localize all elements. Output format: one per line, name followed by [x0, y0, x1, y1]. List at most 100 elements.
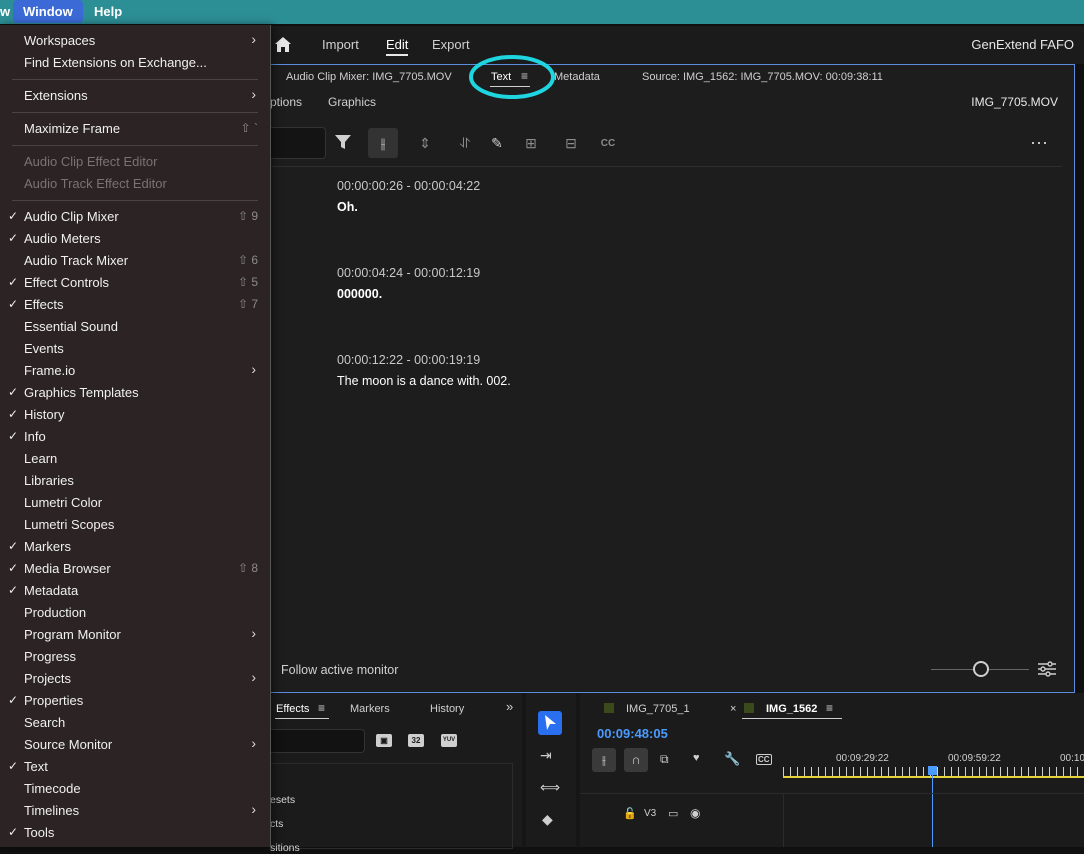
track-select-tool-icon[interactable]: ⇥ [540, 747, 552, 764]
track-label-v3[interactable]: V3 [644, 808, 656, 819]
razor-tool-icon[interactable]: ◆ [542, 811, 553, 828]
menu-item-projects[interactable]: Projects › [0, 668, 270, 690]
tools-panel: ⇥ ⟺ ◆ [526, 693, 576, 847]
effects-folder-transitions[interactable]: sitions [270, 842, 300, 854]
tab-captions[interactable]: ptions [270, 95, 302, 109]
menu-separator [12, 145, 258, 146]
menu-item-audio-track-mixer[interactable]: Audio Track Mixer ⇧ 6 [0, 250, 270, 272]
menu-item-graphics-templates[interactable]: ✓ Graphics Templates [0, 382, 270, 404]
caption-track-icon[interactable]: ⊟ [556, 128, 586, 158]
collapse-icon[interactable]: ⥯ [450, 128, 480, 158]
menu-item-source-monitor[interactable]: Source Monitor › [0, 734, 270, 756]
tab-sequence-1[interactable]: IMG_7705_1 [626, 703, 690, 715]
snap-magnet-icon[interactable]: ∩ [624, 748, 648, 772]
menu-item-metadata[interactable]: ✓ Metadata [0, 580, 270, 602]
menu-item-find-extensions-on-exchange[interactable]: Find Extensions on Exchange... [0, 52, 270, 74]
tab-history[interactable]: History [430, 703, 464, 715]
tab-metadata[interactable]: Metadata [554, 71, 600, 83]
nav-import[interactable]: Import [322, 37, 359, 52]
expand-icon[interactable]: ⇕ [410, 128, 440, 158]
effects-search-input[interactable] [270, 729, 365, 753]
cc-icon[interactable]: CC [593, 128, 623, 158]
tab-effects[interactable]: Effects [276, 703, 309, 715]
menu-item-audio-meters[interactable]: ✓ Audio Meters [0, 228, 270, 250]
tab-graphics[interactable]: Graphics [328, 95, 376, 109]
menu-item-tools[interactable]: ✓ Tools [0, 822, 270, 844]
menu-item-production[interactable]: Production [0, 602, 270, 624]
home-icon[interactable] [274, 36, 292, 53]
menu-item-timecode[interactable]: Timecode [0, 778, 270, 800]
linked-selection-icon[interactable]: ⧉ [660, 752, 669, 767]
effects-folder-effects[interactable]: cts [270, 818, 283, 830]
menu-item-text[interactable]: ✓ Text [0, 756, 270, 778]
menu-item-workspaces[interactable]: Workspaces › [0, 30, 270, 52]
yuv-effects-icon[interactable]: YUV [441, 734, 457, 747]
menu-item-label: Lumetri Scopes [24, 517, 115, 532]
wrench-icon[interactable]: 🔧 [724, 751, 740, 767]
32bit-effects-icon[interactable]: 32 [408, 734, 424, 747]
playhead-timecode[interactable]: 00:09:48:05 [597, 726, 668, 741]
menu-item-essential-sound[interactable]: Essential Sound [0, 316, 270, 338]
menu-view[interactable]: w [0, 0, 10, 24]
insert-nest-icon[interactable]: ⫲ [592, 748, 616, 772]
menu-separator [12, 200, 258, 201]
add-marker-icon[interactable]: ♥ [693, 752, 700, 764]
menu-item-learn[interactable]: Learn [0, 448, 270, 470]
menu-item-audio-clip-mixer[interactable]: ✓ Audio Clip Mixer ⇧ 9 [0, 206, 270, 228]
menu-window[interactable]: Window [13, 0, 83, 23]
ripple-edit-tool-icon[interactable]: ⟺ [540, 779, 560, 796]
menu-item-effect-controls[interactable]: ✓ Effect Controls ⇧ 5 [0, 272, 270, 294]
tab-audio-clip-mixer[interactable]: Audio Clip Mixer: IMG_7705.MOV [286, 71, 452, 83]
effects-tab-menu-icon[interactable]: ≡ [318, 701, 325, 715]
effects-folder-presets[interactable]: esets [270, 794, 295, 806]
follow-active-monitor[interactable]: Follow active monitor [281, 663, 398, 677]
checkmark-icon: ✓ [8, 297, 19, 311]
merge-caption-icon[interactable]: ⊞ [516, 128, 546, 158]
caption-text-1[interactable]: Oh. [337, 200, 358, 214]
caption-text-3[interactable]: The moon is a dance with. 002. [337, 374, 511, 388]
menu-item-maximize-frame[interactable]: Maximize Frame ⇧ ` [0, 118, 270, 140]
accelerated-effects-icon[interactable]: ▣ [376, 734, 392, 747]
filter-icon[interactable] [334, 133, 352, 151]
menu-item-extensions[interactable]: Extensions › [0, 85, 270, 107]
menu-item-progress[interactable]: Progress [0, 646, 270, 668]
menu-item-search[interactable]: Search [0, 712, 270, 734]
menu-item-effects[interactable]: ✓ Effects ⇧ 7 [0, 294, 270, 316]
menu-item-label: Find Extensions on Exchange... [24, 55, 207, 70]
menu-item-media-browser[interactable]: ✓ Media Browser ⇧ 8 [0, 558, 270, 580]
menu-help[interactable]: Help [94, 0, 122, 24]
close-tab-icon[interactable]: × [730, 703, 736, 715]
eye-icon[interactable]: ◉ [690, 806, 700, 820]
work-area-bar[interactable] [783, 776, 1084, 778]
lock-track-icon[interactable]: 🔓 [623, 807, 637, 820]
seq-tab-menu-icon[interactable]: ≡ [826, 701, 833, 715]
menu-item-program-monitor[interactable]: Program Monitor › [0, 624, 270, 646]
menu-item-history[interactable]: ✓ History [0, 404, 270, 426]
playhead-handle[interactable] [928, 766, 937, 775]
caption-search-input[interactable] [270, 127, 326, 159]
menu-item-properties[interactable]: ✓ Properties [0, 690, 270, 712]
more-options-icon[interactable]: ⋯ [1024, 128, 1054, 158]
zoom-slider-handle[interactable] [973, 661, 989, 677]
tab-markers[interactable]: Markers [350, 703, 390, 715]
menu-item-events[interactable]: Events [0, 338, 270, 360]
seq-color-swatch-1 [604, 703, 614, 713]
panel-overflow-icon[interactable]: » [506, 699, 513, 714]
menu-item-lumetri-color[interactable]: Lumetri Color [0, 492, 270, 514]
menu-item-info[interactable]: ✓ Info [0, 426, 270, 448]
tab-sequence-2[interactable]: IMG_1562 [766, 703, 817, 715]
split-caption-icon[interactable]: ⫲ [368, 128, 398, 158]
captions-display-icon[interactable]: CC [756, 754, 772, 765]
nav-edit[interactable]: Edit [386, 37, 409, 56]
pencil-icon[interactable]: ✎ [482, 128, 512, 158]
nav-export[interactable]: Export [432, 37, 470, 52]
menu-item-libraries[interactable]: Libraries [0, 470, 270, 492]
caption-text-2[interactable]: 000000. [337, 287, 382, 301]
menu-item-timelines[interactable]: Timelines › [0, 800, 270, 822]
menu-item-lumetri-scopes[interactable]: Lumetri Scopes [0, 514, 270, 536]
settings-sliders-icon[interactable] [1037, 660, 1057, 678]
menu-item-frame-io[interactable]: Frame.io › [0, 360, 270, 382]
selection-tool-icon[interactable] [538, 711, 562, 735]
sync-lock-icon[interactable]: ▭ [668, 807, 678, 820]
menu-item-markers[interactable]: ✓ Markers [0, 536, 270, 558]
